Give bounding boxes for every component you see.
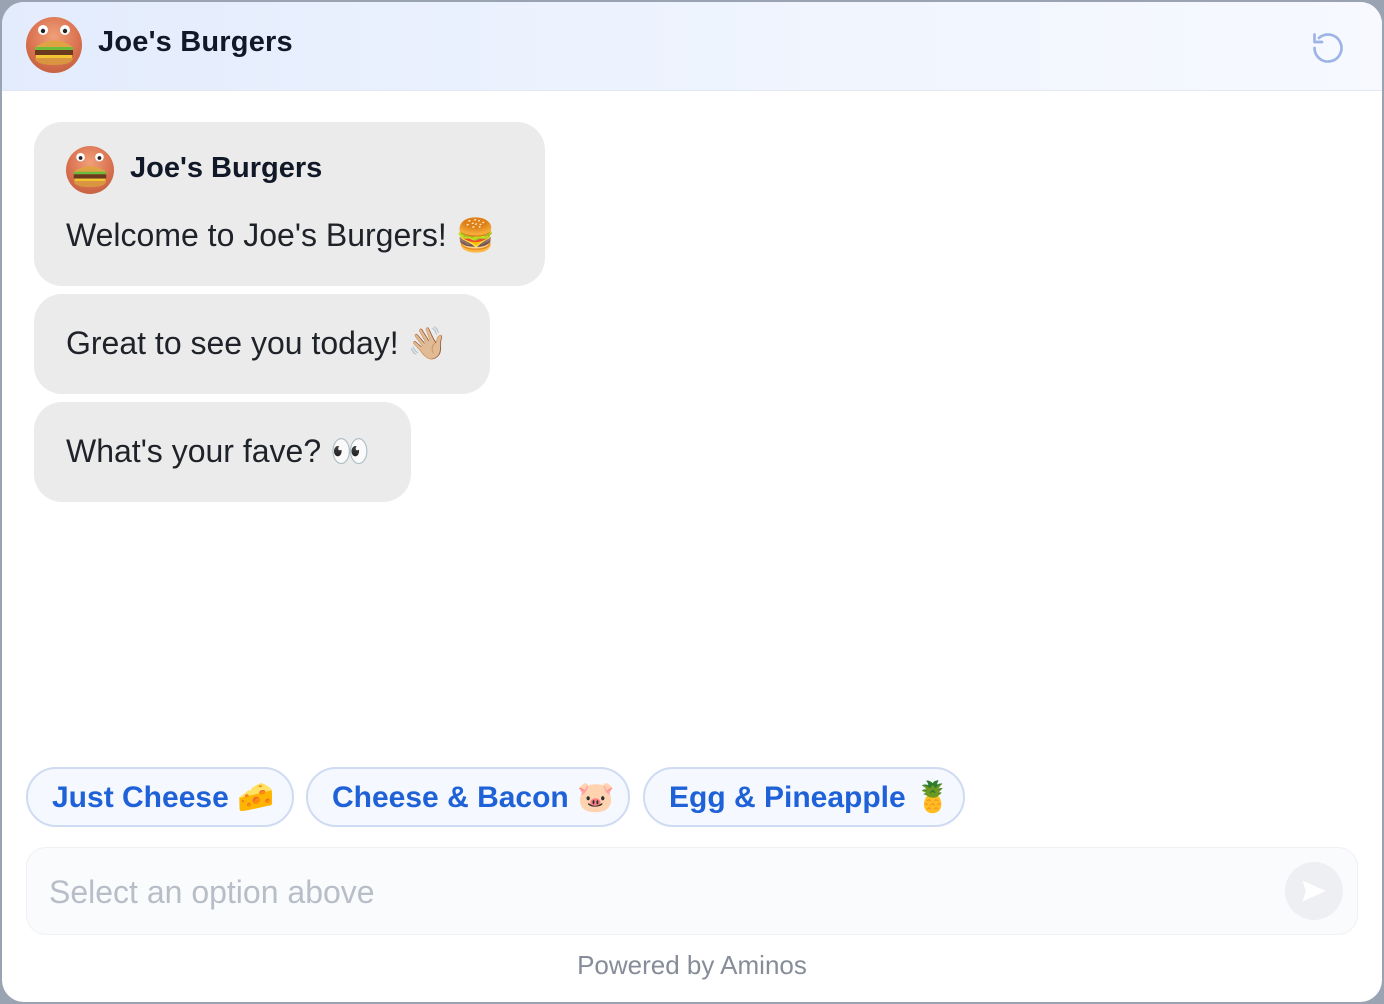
message-bubble: Great to see you today! 👋🏼 xyxy=(34,294,490,394)
quick-reply-just-cheese[interactable]: Just Cheese 🧀 xyxy=(26,767,294,827)
chat-window: Joe's Burgers Joe's Burgers Welcome to J… xyxy=(2,2,1382,1002)
message-bubble: Joe's Burgers Welcome to Joe's Burgers! … xyxy=(34,122,545,286)
refresh-icon xyxy=(1313,33,1343,63)
message-text: What's your fave? 👀 xyxy=(66,433,370,469)
header-title: Joe's Burgers xyxy=(98,26,293,58)
sender-name: Joe's Burgers xyxy=(130,152,323,184)
message-bubble: What's your fave? 👀 xyxy=(34,402,411,502)
reset-chat-button[interactable] xyxy=(1308,28,1348,68)
powered-by-footer: Powered by Aminos xyxy=(577,950,807,980)
sender-avatar xyxy=(66,146,114,194)
chat-header: Joe's Burgers xyxy=(2,2,1382,91)
send-button[interactable] xyxy=(1285,862,1343,920)
message-text: Great to see you today! 👋🏼 xyxy=(66,325,448,361)
bot-avatar xyxy=(26,17,82,73)
send-icon xyxy=(1302,880,1326,902)
message-text: Welcome to Joe's Burgers! 🍔 xyxy=(66,217,496,253)
message-composer xyxy=(26,847,1358,935)
message-input[interactable] xyxy=(47,868,1281,916)
quick-reply-egg-pineapple[interactable]: Egg & Pineapple 🍍 xyxy=(643,767,965,827)
quick-reply-cheese-bacon[interactable]: Cheese & Bacon 🐷 xyxy=(306,767,630,827)
